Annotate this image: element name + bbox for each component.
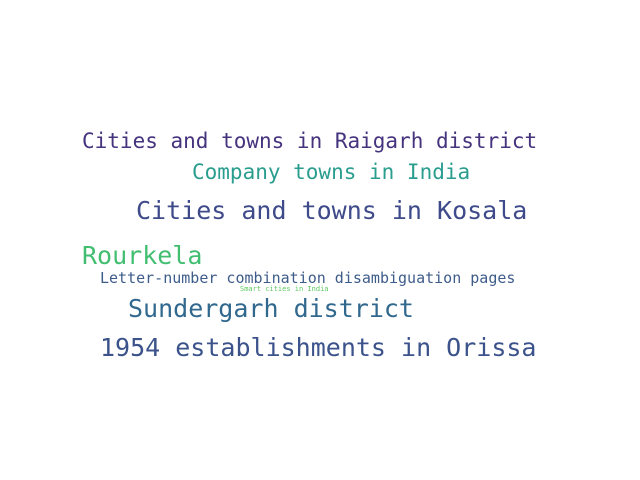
word-1954-establishments-in-orissa: 1954 establishments in Orissa	[100, 333, 537, 362]
word-cities-and-towns-in-raigarh-district: Cities and towns in Raigarh district	[82, 129, 538, 153]
word-sundergarh-district: Sundergarh district	[128, 294, 414, 323]
word-cities-and-towns-in-kosala: Cities and towns in Kosala	[136, 196, 528, 225]
word-company-towns-in-india: Company towns in India	[192, 160, 471, 184]
word-letter-number-combination-disambiguation-pages: Letter-number combination disambiguation…	[100, 269, 516, 287]
word-rourkela: Rourkela	[82, 241, 203, 270]
word-smart-cities-in-india: Smart cities in India	[240, 285, 329, 293]
word-cloud: Cities and towns in Raigarh district Com…	[0, 0, 640, 480]
